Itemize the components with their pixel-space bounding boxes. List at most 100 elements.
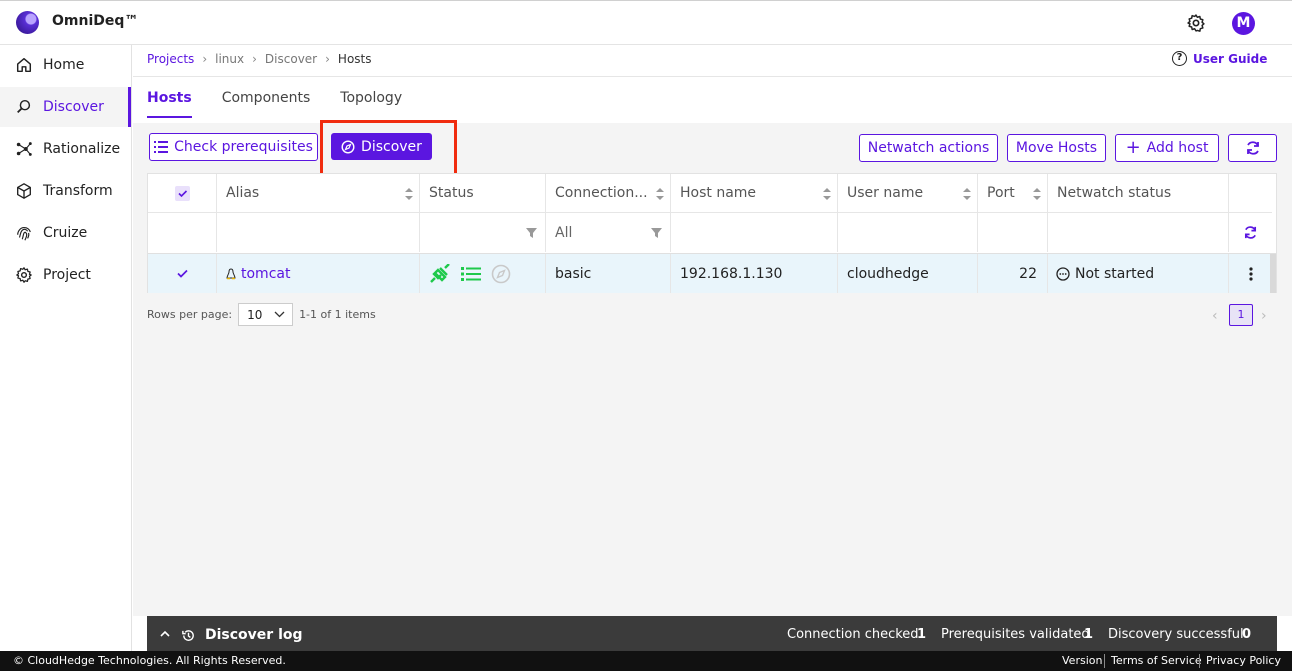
refresh-icon: [1244, 226, 1257, 239]
breadcrumb: Projects › linux › Discover › Hosts: [147, 52, 372, 66]
user-avatar[interactable]: M: [1232, 12, 1255, 35]
filter-alias[interactable]: [217, 212, 420, 252]
filter-connection-value: All: [555, 224, 573, 241]
filter-user-name[interactable]: [838, 212, 978, 252]
filter-netwatch-status[interactable]: [1048, 212, 1229, 252]
sort-icon[interactable]: [656, 188, 664, 200]
column-header-host-name[interactable]: Host name: [671, 174, 838, 212]
kebab-menu-icon: [1248, 266, 1253, 281]
filter-status[interactable]: [420, 212, 546, 252]
column-header-user-name[interactable]: User name: [838, 174, 978, 212]
discovery-compass-icon[interactable]: [491, 264, 511, 284]
discover-log-title: Discover log: [205, 627, 303, 643]
filter-host-name[interactable]: [671, 212, 838, 252]
sidebar-item-home[interactable]: Home: [0, 45, 131, 85]
pagination: Rows per page: 10 1-1 of 1 items: [147, 303, 376, 326]
netwatch-actions-button[interactable]: Netwatch actions: [859, 134, 998, 162]
netwatch-status-text: Not started: [1075, 265, 1155, 282]
sidebar-item-transform[interactable]: Transform: [0, 171, 131, 211]
column-header-port[interactable]: Port: [978, 174, 1048, 212]
column-header-connection[interactable]: Connection...: [546, 174, 671, 212]
sidebar-item-label: Transform: [43, 183, 113, 199]
column-header-netwatch-status[interactable]: Netwatch status: [1048, 174, 1229, 212]
home-icon: [16, 57, 32, 73]
row-actions-menu[interactable]: [1229, 254, 1272, 293]
filter-port[interactable]: [978, 212, 1048, 252]
discover-log-panel[interactable]: Discover log Connection checked 1 Prereq…: [147, 616, 1277, 651]
chevron-down-icon: [274, 311, 285, 318]
column-header-alias[interactable]: Alias: [217, 174, 420, 212]
stat-label: Prerequisites validated: [941, 627, 1090, 642]
check-prerequisites-button[interactable]: Check prerequisites: [149, 133, 318, 161]
row-checkbox[interactable]: [148, 254, 217, 293]
breadcrumb-projects[interactable]: Projects: [147, 52, 194, 66]
app-logo[interactable]: [16, 11, 39, 34]
sort-icon[interactable]: [963, 188, 971, 200]
footer-link-terms[interactable]: Terms of Service: [1111, 654, 1202, 667]
history-icon: [182, 630, 194, 641]
tab-bar: Hosts Components Topology: [147, 90, 402, 118]
move-hosts-button[interactable]: Move Hosts: [1007, 134, 1106, 162]
tab-hosts[interactable]: Hosts: [147, 90, 192, 118]
user-guide-link[interactable]: ? User Guide: [1172, 51, 1267, 66]
host-alias-link[interactable]: tomcat: [241, 266, 290, 282]
filter-icon[interactable]: [651, 228, 662, 238]
gear-icon: [16, 267, 32, 283]
settings-gear-icon[interactable]: [1186, 13, 1206, 33]
refresh-button[interactable]: [1228, 134, 1277, 162]
table-scrollbar[interactable]: [1270, 254, 1276, 293]
column-label: Status: [429, 185, 474, 201]
stat-value: 0: [1242, 627, 1252, 642]
footer-link-privacy[interactable]: Privacy Policy: [1206, 654, 1281, 667]
cell-port: 22: [978, 254, 1048, 293]
stat-label: Discovery successful: [1108, 627, 1244, 642]
stat-value: 1: [1084, 627, 1094, 642]
footer-link-version[interactable]: Version: [1062, 654, 1102, 667]
next-page-button[interactable]: ›: [1261, 308, 1267, 324]
tab-components[interactable]: Components: [222, 90, 311, 118]
cell-alias[interactable]: tomcat: [217, 254, 420, 293]
rows-per-page-select[interactable]: 10: [238, 303, 294, 326]
filter-cell: [148, 212, 217, 252]
sidebar-item-label: Home: [43, 57, 85, 73]
breadcrumb-linux[interactable]: linux: [215, 52, 244, 66]
sidebar-item-project[interactable]: Project: [0, 255, 131, 295]
sort-icon[interactable]: [1033, 188, 1041, 200]
table-refresh-button[interactable]: [1229, 212, 1272, 252]
select-all-checkbox[interactable]: [148, 174, 217, 212]
sidebar-item-label: Cruize: [43, 225, 88, 241]
column-label: User name: [847, 185, 924, 201]
prev-page-button[interactable]: ‹: [1212, 308, 1218, 324]
sidebar: Home Discover Rationalize Transform Crui…: [0, 45, 132, 651]
add-host-button[interactable]: + Add host: [1115, 134, 1219, 162]
chevron-right-icon: ›: [202, 52, 208, 66]
help-icon: ?: [1172, 51, 1187, 66]
breadcrumb-hosts: Hosts: [337, 52, 372, 66]
filter-icon[interactable]: [526, 228, 537, 238]
divider: [133, 76, 1292, 77]
tab-topology[interactable]: Topology: [340, 90, 402, 118]
not-started-icon: [1056, 266, 1070, 281]
sort-icon[interactable]: [823, 188, 831, 200]
footer-divider: [1104, 654, 1105, 668]
filter-connection[interactable]: All: [546, 212, 671, 252]
breadcrumb-discover[interactable]: Discover: [265, 52, 317, 66]
stat-value: 1: [917, 627, 927, 642]
sidebar-item-rationalize[interactable]: Rationalize: [0, 129, 131, 169]
column-header-status[interactable]: Status: [420, 174, 546, 212]
user-guide-label: User Guide: [1193, 51, 1268, 66]
top-bar: OmniDeq™ M: [0, 0, 1292, 45]
check-prerequisites-label: Check prerequisites: [174, 139, 313, 155]
table-row[interactable]: tomcat basic 192.168.1.130 cloudhedge 22…: [148, 253, 1276, 293]
sidebar-item-discover[interactable]: Discover: [0, 87, 131, 127]
sidebar-item-label: Project: [43, 267, 91, 283]
page-number-button[interactable]: 1: [1229, 304, 1253, 326]
refresh-icon: [1246, 141, 1259, 155]
prerequisites-list-icon[interactable]: [461, 266, 481, 282]
sidebar-item-cruize[interactable]: Cruize: [0, 213, 131, 253]
column-label: Alias: [226, 185, 260, 201]
chevron-up-icon[interactable]: [160, 630, 170, 637]
plus-icon: +: [1125, 137, 1141, 158]
sort-icon[interactable]: [405, 188, 413, 200]
plug-connected-icon[interactable]: [429, 263, 451, 284]
